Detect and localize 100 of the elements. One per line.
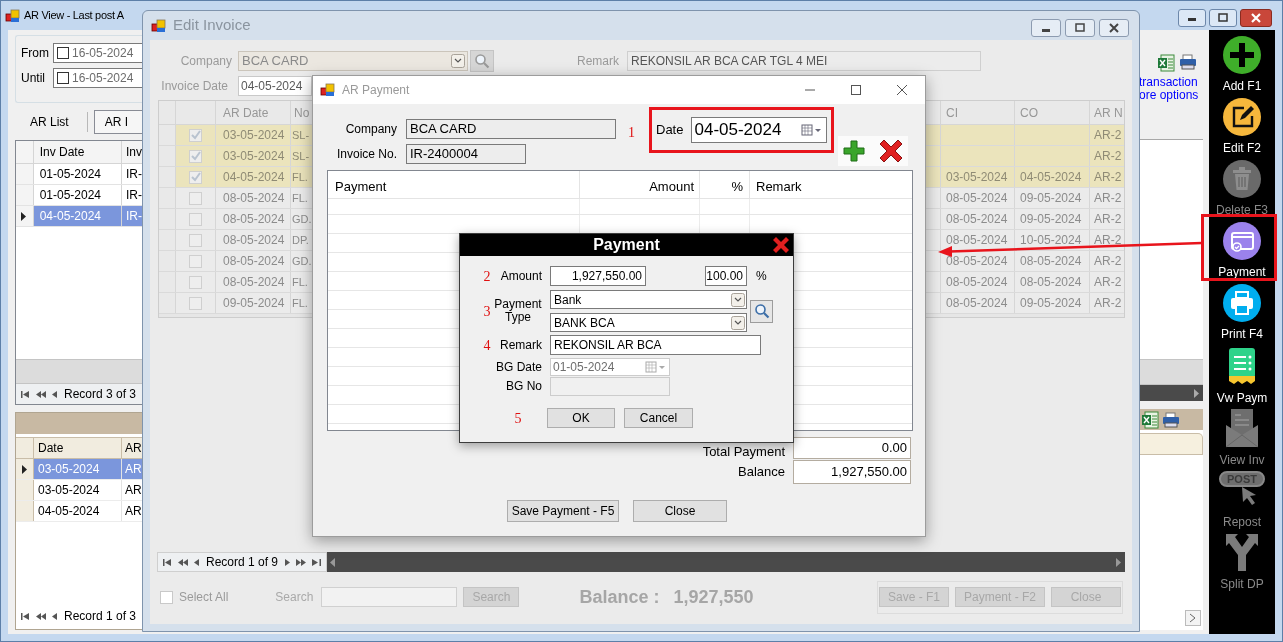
toolbar-button[interactable]: Payment <box>1212 219 1272 281</box>
previous-record-icon[interactable] <box>51 611 57 621</box>
previous-record-icon[interactable] <box>51 389 57 399</box>
column-header: Date <box>34 438 122 458</box>
scroll-right-icon[interactable] <box>1194 388 1200 398</box>
close-icon[interactable] <box>1099 19 1129 37</box>
calendar-icon <box>801 124 824 136</box>
plus-icon <box>1222 35 1262 75</box>
dropdown-icon <box>731 315 745 330</box>
table-cell-text: AR-2 <box>1093 127 1123 144</box>
balance-field[interactable]: 1,927,550.00 <box>793 460 911 484</box>
table-cell-text: AR <box>124 482 142 499</box>
restore-icon[interactable] <box>1209 9 1237 27</box>
first-record-icon[interactable] <box>20 611 30 621</box>
printer-icon[interactable] <box>1179 54 1197 72</box>
previous-record-icon[interactable] <box>193 557 199 567</box>
table-cell: 01-05-2024 <box>33 164 122 184</box>
close-icon[interactable] <box>772 236 790 254</box>
previous-page-icon[interactable] <box>35 389 46 399</box>
tab[interactable]: AR I <box>93 110 142 134</box>
search-field[interactable] <box>321 587 458 607</box>
row-pointer-icon <box>21 464 28 474</box>
unit-label: % <box>756 268 767 285</box>
field-label: Remark <box>577 53 619 70</box>
scroll-panel <box>1140 359 1203 385</box>
spreadsheet-icon[interactable] <box>1141 410 1159 429</box>
scroll-right-icon[interactable] <box>1185 610 1201 626</box>
field-label: Balance <box>738 463 785 482</box>
search-icon[interactable] <box>470 50 494 72</box>
table-cell: 01-05-2024 <box>33 185 122 205</box>
cancel-button[interactable]: Cancel <box>624 408 693 428</box>
next-page-icon[interactable] <box>296 557 308 567</box>
table-cell-text: FL. <box>291 295 309 311</box>
action-button[interactable]: Close <box>633 500 727 522</box>
wallet-icon <box>1222 221 1262 261</box>
total-field[interactable]: 0.00 <box>793 437 911 459</box>
invoice-field[interactable]: IR-2400004 <box>406 144 526 164</box>
toolbar-button[interactable]: Add F1 <box>1212 33 1272 95</box>
scroll-left-icon[interactable] <box>330 557 337 567</box>
link[interactable]: transaction <box>1139 76 1209 89</box>
minimize-icon[interactable] <box>1031 19 1061 37</box>
spreadsheet-icon[interactable] <box>1157 54 1175 72</box>
next-record-icon[interactable] <box>285 557 292 567</box>
toolbar-button[interactable]: Vw Paym <box>1212 343 1272 405</box>
table-cell: 08-05-2024 <box>1015 251 1090 271</box>
link[interactable]: ore options <box>1139 89 1209 102</box>
toolbar-button[interactable]: Print F4 <box>1212 281 1272 343</box>
table-cell: 04-05-2024 <box>33 206 122 226</box>
grid-row[interactable]: 03-05-2024 AR <box>16 480 142 501</box>
company-field[interactable]: BCA CARD <box>406 119 616 139</box>
amount-field[interactable]: 1,927,550.00 <box>550 266 646 286</box>
field-label: From <box>21 45 50 62</box>
close-icon[interactable] <box>1240 9 1272 27</box>
tab[interactable]: AR List <box>18 110 81 134</box>
grid-row[interactable]: 01-05-2024 IR- <box>16 185 142 206</box>
button-label: Vw Paym <box>1216 391 1268 405</box>
table-cell-text: AR-2 <box>1093 253 1123 270</box>
field-value: BANK BCA <box>554 314 616 332</box>
grid-row[interactable]: 01-05-2024 IR- <box>16 164 142 185</box>
remark-field[interactable]: REKONSIL AR BCA <box>550 335 761 355</box>
column-header: Inv <box>125 144 142 161</box>
table-cell-text: AR-2 <box>1093 148 1123 165</box>
add-icon[interactable] <box>842 139 867 163</box>
dropdown-field[interactable]: BANK BCA <box>550 313 747 332</box>
checkbox[interactable] <box>57 72 69 84</box>
field-label: Company <box>344 121 398 138</box>
grid-row[interactable]: 04-05-2024 AR <box>16 501 142 522</box>
last-record-icon[interactable] <box>312 557 323 567</box>
date-field[interactable]: 16-05-2024 <box>53 43 142 63</box>
column-header: Amount <box>580 171 700 198</box>
search-icon[interactable] <box>750 299 773 323</box>
first-record-icon[interactable] <box>162 557 172 567</box>
minimize-icon[interactable] <box>1178 9 1206 27</box>
edit-icon <box>1222 97 1262 137</box>
field-label: Invoice Date <box>160 78 229 95</box>
action-button[interactable]: Save Payment - F5 <box>507 500 619 522</box>
field-label: BG Date <box>494 360 542 374</box>
table-cell: 10-05-2024 <box>1015 230 1090 250</box>
checkbox[interactable] <box>57 47 69 59</box>
previous-page-icon[interactable] <box>35 611 46 621</box>
first-record-icon[interactable] <box>20 389 30 399</box>
step-number: 5 <box>513 409 523 428</box>
date-field[interactable]: 04-05-2024 <box>238 76 312 96</box>
restore-icon[interactable] <box>1065 19 1095 37</box>
field-value: 04-05-2024 <box>241 78 303 95</box>
column-header: Inv Date <box>33 141 122 163</box>
app-icon <box>151 17 167 34</box>
remark-field[interactable]: REKONSIL AR BCA CAR TGL 4 MEI <box>627 51 981 71</box>
balance-value: 1,927,550 <box>673 585 754 609</box>
previous-page-icon[interactable] <box>177 557 188 567</box>
toolbar-button[interactable]: Edit F2 <box>1212 95 1272 157</box>
date-field[interactable]: 16-05-2024 <box>53 68 142 88</box>
printer-icon[interactable] <box>1162 411 1180 428</box>
dropdown-field[interactable]: Bank <box>550 290 747 309</box>
checkbox-label: Select All <box>179 589 229 606</box>
date-field[interactable]: 04-05-2024 <box>691 117 828 143</box>
delete-icon[interactable] <box>878 138 905 164</box>
date-value: 16-05-2024 <box>72 45 134 62</box>
scroll-right-icon[interactable] <box>1116 557 1122 567</box>
ok-button[interactable]: OK <box>547 408 615 428</box>
